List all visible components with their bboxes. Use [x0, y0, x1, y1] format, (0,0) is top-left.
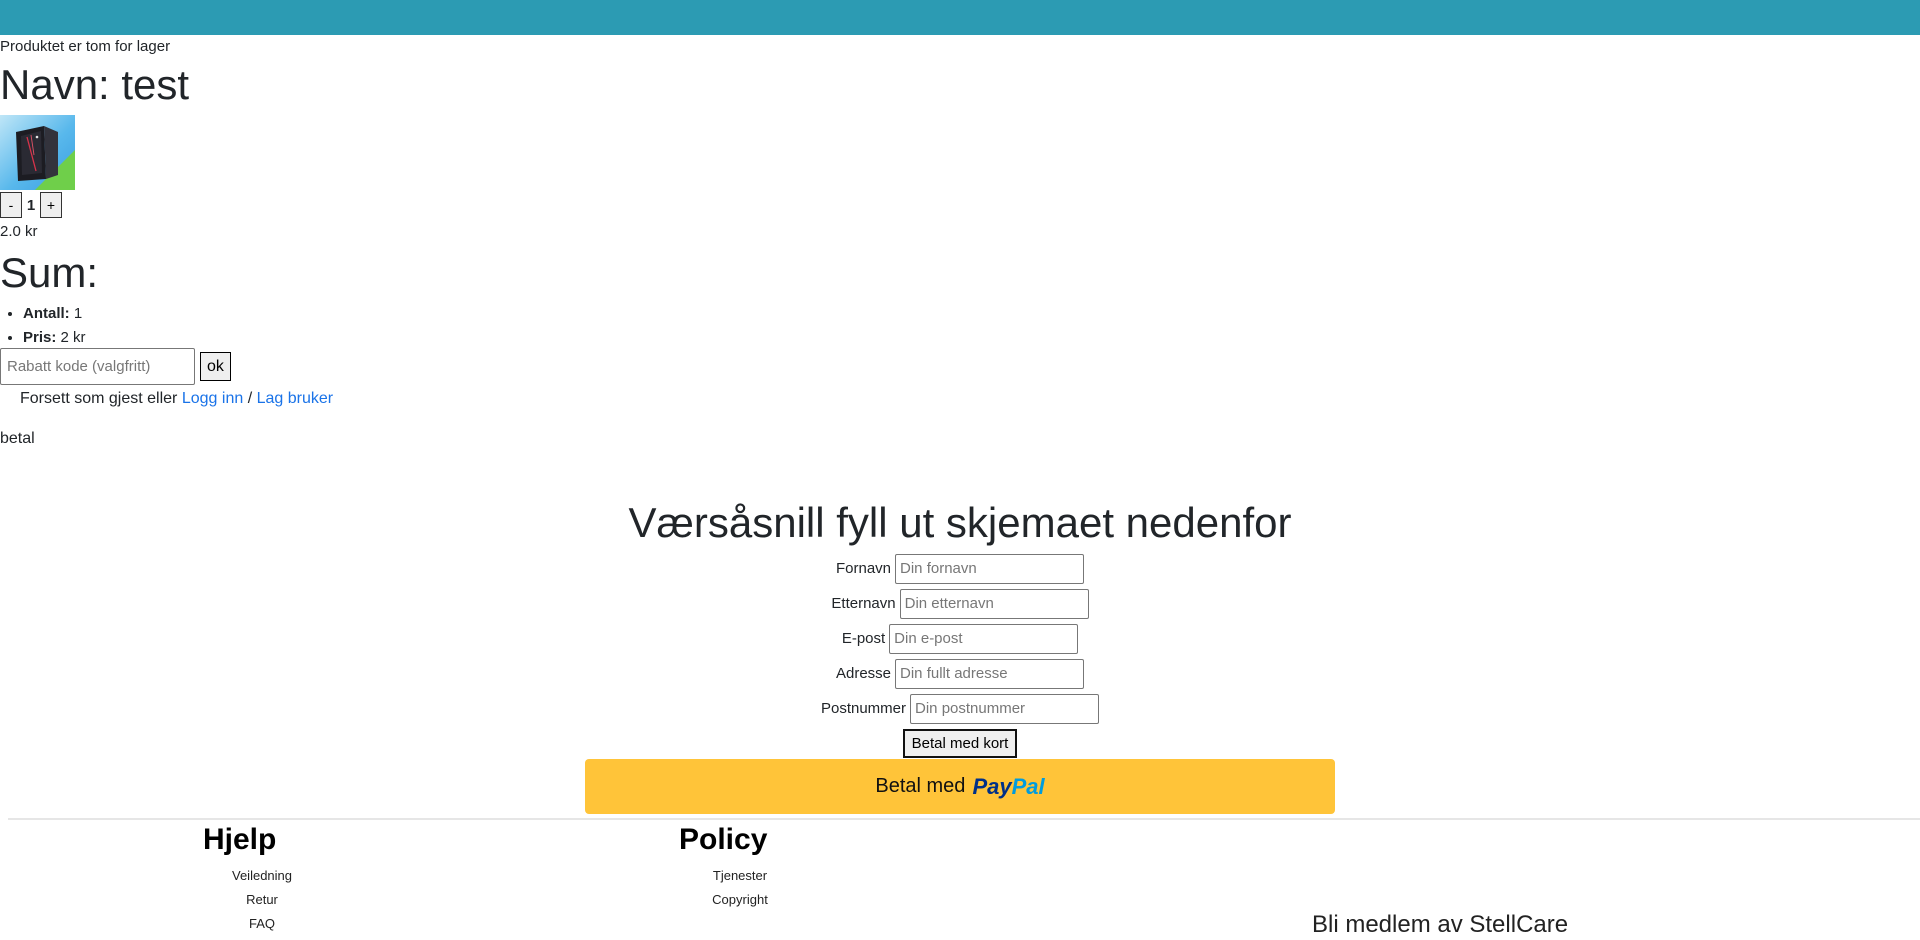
guest-separator: /: [247, 390, 253, 407]
footer-link-faq[interactable]: FAQ: [227, 912, 297, 936]
unit-price: 2.0 kr: [0, 223, 38, 240]
summary-count-label: Antall:: [23, 305, 70, 322]
lastname-label: Etternavn: [831, 595, 896, 612]
postcode-label: Postnummer: [820, 700, 907, 717]
top-header-bar: [0, 0, 1920, 35]
address-label: Adresse: [835, 665, 892, 682]
email-row: E-post: [0, 623, 1920, 654]
summary-count-item: Antall: 1: [23, 302, 86, 326]
footer-divider: [8, 818, 1920, 820]
footer-help-heading: Hjelp: [203, 823, 277, 856]
paypal-prefix-text: Betal med: [875, 775, 966, 797]
product-image: [0, 115, 75, 190]
quantity-value: 1: [26, 196, 36, 214]
address-input[interactable]: [895, 658, 1085, 689]
summary-price-label: Pris:: [23, 329, 57, 346]
pc-case-image-icon: [0, 115, 75, 190]
newsletter-title: Bli medlem av StellCare: [1312, 911, 1569, 938]
form-title: Værsåsnill fyll ut skjemaet nedenfor: [628, 499, 1292, 546]
stock-status-message: Produktet er tom for lager: [0, 38, 171, 55]
firstname-label: Fornavn: [835, 560, 892, 577]
firstname-row: Fornavn: [0, 553, 1920, 584]
summary-count-value: 1: [73, 305, 83, 322]
paypal-button[interactable]: Betal med PayPal: [585, 759, 1335, 814]
betal-text: betal: [0, 430, 35, 447]
firstname-input[interactable]: [895, 553, 1085, 584]
footer-link-tjenester[interactable]: Tjenester: [700, 864, 780, 888]
quantity-stepper: - 1 +: [0, 192, 62, 218]
summary-price-item: Pris: 2 kr: [23, 326, 86, 350]
guest-checkout-row: Forsett som gjest eller Logg inn / Lag b…: [20, 389, 333, 409]
login-link[interactable]: Logg inn: [182, 390, 243, 407]
summary-list: Antall: 1 Pris: 2 kr: [0, 302, 86, 350]
footer-link-retur[interactable]: Retur: [227, 888, 297, 912]
footer-policy-heading: Policy: [679, 823, 768, 856]
lastname-input[interactable]: [899, 588, 1089, 619]
sum-heading: Sum:: [0, 249, 99, 296]
footer-policy-links: Tjenester Copyright: [700, 864, 780, 912]
lastname-row: Etternavn: [0, 588, 1920, 619]
increase-quantity-button[interactable]: +: [40, 192, 62, 218]
discount-ok-button[interactable]: ok: [200, 352, 231, 381]
guest-prefix-text: Forsett som gjest eller: [20, 390, 178, 407]
product-name: Navn: test: [0, 61, 190, 108]
postcode-input[interactable]: [910, 693, 1100, 724]
address-row: Adresse: [0, 658, 1920, 689]
register-link[interactable]: Lag bruker: [257, 390, 334, 407]
email-input[interactable]: [889, 623, 1079, 654]
footer-link-copyright[interactable]: Copyright: [700, 888, 780, 912]
discount-row: ok: [0, 348, 231, 385]
footer-help-links: Veiledning Retur FAQ: [227, 864, 297, 936]
card-button-row: Betal med kort: [0, 729, 1920, 758]
email-label: E-post: [841, 630, 886, 647]
postcode-row: Postnummer: [0, 693, 1920, 724]
summary-price-value: 2 kr: [60, 329, 86, 346]
footer-link-veiledning[interactable]: Veiledning: [227, 864, 297, 888]
discount-code-input[interactable]: [0, 348, 195, 385]
pay-with-card-button[interactable]: Betal med kort: [902, 729, 1018, 758]
decrease-quantity-button[interactable]: -: [0, 192, 22, 218]
paypal-logo-icon: PayPal: [972, 773, 1045, 799]
